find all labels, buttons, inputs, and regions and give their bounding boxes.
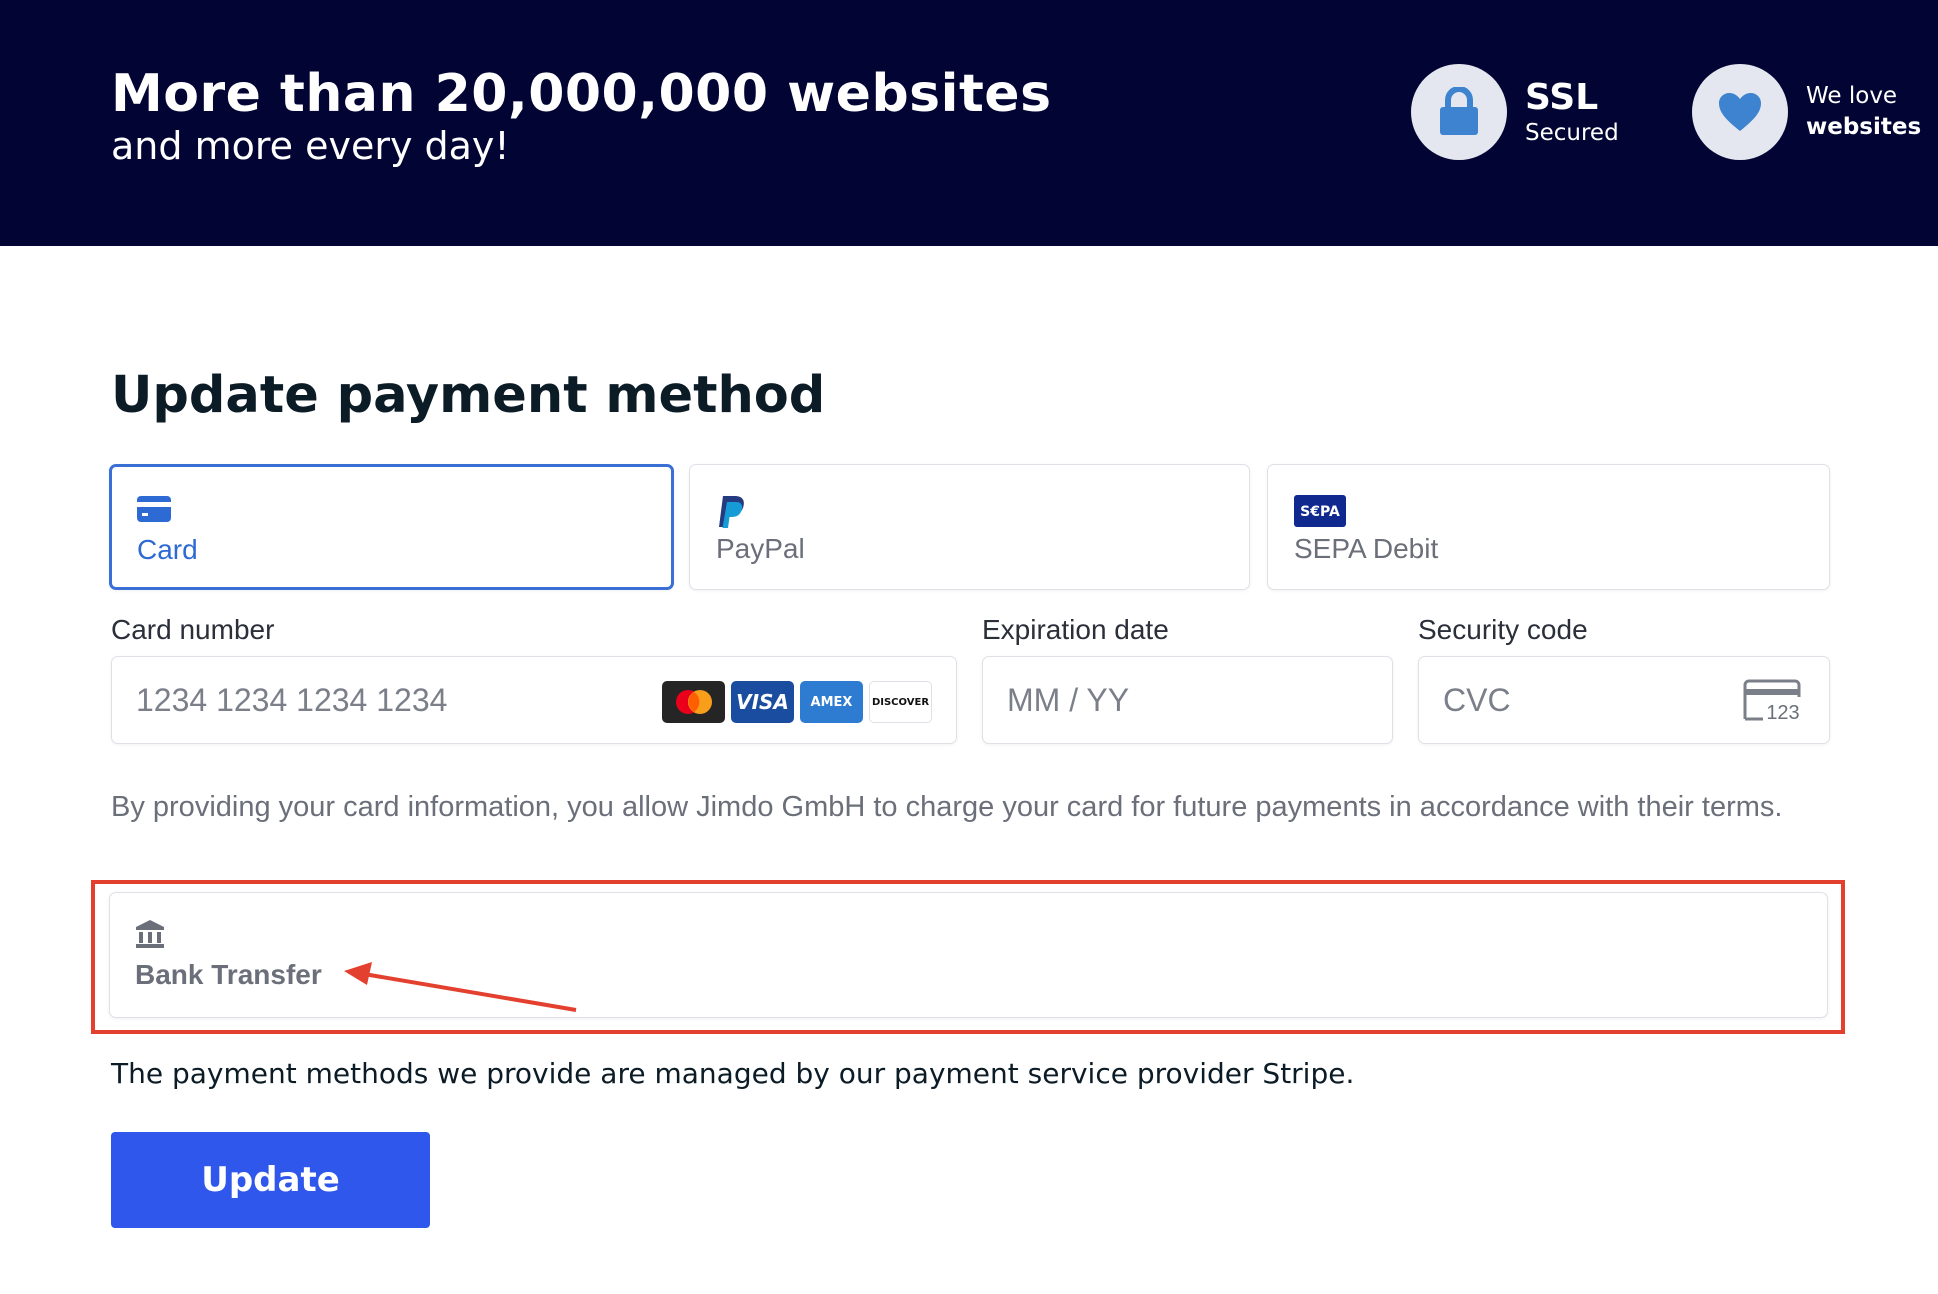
heart-icon xyxy=(1719,93,1761,131)
expiration-date-input[interactable] xyxy=(1007,657,1253,743)
banner-title: More than 20,000,000 websites xyxy=(111,64,1052,124)
tab-sepa-label: SEPA Debit xyxy=(1294,533,1439,564)
ssl-badge-circle xyxy=(1411,64,1507,160)
bank-icon xyxy=(135,919,165,954)
banner-subtitle: and more every day! xyxy=(111,124,510,168)
svg-text:123: 123 xyxy=(1766,702,1799,723)
visa-icon: VISA xyxy=(731,681,794,723)
love-sublabel: websites xyxy=(1806,114,1922,140)
lock-icon xyxy=(1440,87,1478,135)
ssl-label: SSL xyxy=(1525,76,1599,118)
card-brand-logos: VISA AMEX DISCOVER xyxy=(662,681,932,723)
update-button[interactable]: Update xyxy=(111,1132,430,1228)
annotation-arrow-icon xyxy=(344,962,577,1012)
consent-text: By providing your card information, you … xyxy=(111,791,1783,823)
tab-paypal-label: PayPal xyxy=(716,533,805,564)
card-number-label: Card number xyxy=(111,614,275,645)
card-number-input[interactable] xyxy=(136,657,643,743)
tab-card[interactable]: Card xyxy=(109,464,674,590)
love-label: We love xyxy=(1806,82,1898,109)
amex-icon: AMEX xyxy=(800,681,863,723)
ssl-sublabel: Secured xyxy=(1525,120,1619,147)
provider-note: The payment methods we provide are manag… xyxy=(111,1057,1355,1090)
ssl-badge: SSL Secured xyxy=(1411,64,1619,160)
tab-bank-transfer-label: Bank Transfer xyxy=(135,959,322,990)
mastercard-icon xyxy=(662,681,725,723)
love-badge: We love websites xyxy=(1692,64,1921,160)
love-badge-circle xyxy=(1692,64,1788,160)
sepa-icon: S€PA xyxy=(1294,495,1346,532)
security-code-label: Security code xyxy=(1418,614,1588,645)
security-code-field[interactable]: 123 xyxy=(1418,656,1830,744)
security-code-input[interactable] xyxy=(1443,657,1689,743)
tab-sepa-debit[interactable]: S€PA SEPA Debit xyxy=(1267,464,1830,590)
tab-card-label: Card xyxy=(137,534,198,565)
card-number-field[interactable]: VISA AMEX DISCOVER xyxy=(111,656,957,744)
expiration-date-label: Expiration date xyxy=(982,614,1169,645)
expiration-date-field[interactable] xyxy=(982,656,1393,744)
tab-paypal[interactable]: PayPal xyxy=(689,464,1250,590)
header-banner: More than 20,000,000 websites and more e… xyxy=(0,0,1938,246)
paypal-icon xyxy=(716,495,746,534)
svg-text:S€PA: S€PA xyxy=(1300,504,1340,520)
page-title: Update payment method xyxy=(111,366,826,425)
credit-card-icon xyxy=(137,496,171,527)
cvc-card-icon: 123 xyxy=(1741,679,1803,728)
discover-icon: DISCOVER xyxy=(869,681,932,723)
